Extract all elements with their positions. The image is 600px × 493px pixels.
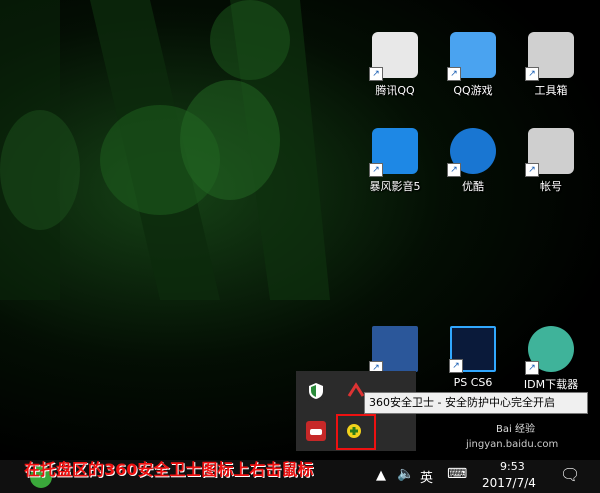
highlight-box — [336, 414, 376, 450]
desktop-icon-account[interactable]: ↗ 帐号 — [515, 128, 587, 194]
app-tray-icon[interactable] — [346, 381, 366, 401]
instruction-caption: 在托盘区的360安全卫士图标上右击鼠标 — [24, 460, 314, 479]
idm-download-icon: ↗ — [525, 326, 574, 375]
clock-date[interactable]: 2017/7/4 — [482, 476, 536, 490]
volume-icon[interactable]: 🔈 — [397, 466, 414, 482]
desktop-icon-label: 优酷 — [462, 180, 484, 193]
notifications-chevron-icon[interactable]: ▲ — [376, 468, 386, 483]
action-center-icon[interactable]: 🗨 — [560, 465, 580, 484]
keyboard-icon[interactable]: ⌨ — [447, 466, 467, 482]
desktop-icon-label: QQ游戏 — [453, 84, 493, 97]
shortcut-arrow-icon: ↗ — [369, 67, 383, 81]
desktop-icon-idm[interactable]: ↗ IDM下载器 — [515, 326, 587, 392]
ime-indicator[interactable]: 英 — [420, 467, 433, 486]
desktop-icon-label: 帐号 — [540, 180, 562, 193]
desktop-icon-qq-game[interactable]: ↗ QQ游戏 — [437, 32, 509, 98]
shortcut-arrow-icon: ↗ — [447, 163, 461, 177]
app-tray-icon[interactable] — [306, 421, 326, 441]
desktop-icon-label: 工具箱 — [534, 84, 568, 97]
shortcut-arrow-icon: ↗ — [369, 163, 383, 177]
shortcut-arrow-icon: ↗ — [525, 163, 539, 177]
youku-icon: ↗ — [447, 128, 496, 177]
word-icon: ↗ — [369, 326, 418, 375]
desktop-icon-label: PS CS6 — [453, 376, 493, 389]
tray-tooltip: 360安全卫士 - 安全防护中心完全开启 — [364, 392, 588, 414]
qq-game-icon: ↗ — [447, 32, 496, 81]
shortcut-arrow-icon: ↗ — [447, 67, 461, 81]
account-icon: ↗ — [525, 128, 574, 177]
qq-penguin-icon: ↗ — [369, 32, 418, 81]
clock-time[interactable]: 9:53 — [500, 460, 525, 473]
shortcut-arrow-icon: ↗ — [449, 359, 463, 373]
security-shield-icon[interactable] — [306, 381, 326, 401]
desktop-icon-label: 暴风影音5 — [369, 180, 421, 193]
baofeng-player-icon: ↗ — [369, 128, 418, 177]
desktop-icon-youku[interactable]: ↗ 优酷 — [437, 128, 509, 194]
baidu-watermark-url: jingyan.baidu.com — [466, 439, 559, 450]
toolbox-icon: ↗ — [525, 32, 574, 81]
photoshop-icon: ↗ — [449, 326, 496, 373]
desktop-icon-qq[interactable]: ↗ 腾讯QQ — [359, 32, 431, 98]
desktop-icon-label: 腾讯QQ — [375, 84, 415, 97]
shortcut-arrow-icon: ↗ — [525, 361, 539, 375]
baidu-watermark: Bai 经验 — [496, 424, 535, 435]
desktop-icon-baofeng[interactable]: ↗ 暴风影音5 — [359, 128, 431, 194]
desktop-icon-toolbox[interactable]: ↗ 工具箱 — [515, 32, 587, 98]
shortcut-arrow-icon: ↗ — [525, 67, 539, 81]
desktop-icon-label: IDM下载器 — [523, 378, 579, 391]
desktop-icon-photoshop[interactable]: ↗ PS CS6 — [437, 326, 509, 389]
